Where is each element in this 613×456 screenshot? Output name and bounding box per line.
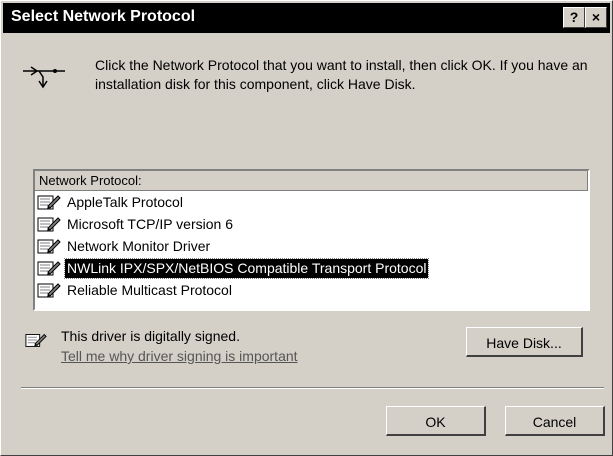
- list-column-header[interactable]: Network Protocol:: [35, 171, 588, 191]
- select-network-protocol-dialog: Select Network Protocol ? × Click the Ne…: [0, 0, 613, 456]
- separator: [21, 387, 604, 389]
- list-item-tcpip-v6[interactable]: Microsoft TCP/IP version 6: [35, 213, 588, 235]
- help-button[interactable]: ?: [563, 7, 585, 28]
- protocol-icon: [37, 195, 61, 210]
- protocol-icon: [37, 261, 61, 276]
- list-item-label: Reliable Multicast Protocol: [67, 282, 232, 298]
- window-title: Select Network Protocol: [11, 8, 196, 25]
- protocol-icon: [37, 217, 61, 232]
- have-disk-button[interactable]: Have Disk...: [466, 327, 583, 357]
- ok-button[interactable]: OK: [386, 406, 486, 436]
- list-item-reliable-multicast[interactable]: Reliable Multicast Protocol: [35, 279, 588, 301]
- list-item-nwlink[interactable]: NWLink IPX/SPX/NetBIOS Compatible Transp…: [35, 257, 588, 279]
- list-item-appletalk[interactable]: AppleTalk Protocol: [35, 191, 588, 213]
- protocol-listbox[interactable]: Network Protocol: AppleTalk Protocol Mic…: [33, 169, 590, 311]
- signed-status-text: This driver is digitally signed.: [61, 328, 240, 344]
- cancel-button[interactable]: Cancel: [505, 406, 605, 436]
- network-plug-icon: [23, 66, 65, 89]
- protocol-icon: [37, 283, 61, 298]
- instructions-text: Click the Network Protocol that you want…: [95, 57, 588, 92]
- list-item-label: AppleTalk Protocol: [67, 194, 183, 210]
- list-item-label: NWLink IPX/SPX/NetBIOS Compatible Transp…: [63, 258, 430, 279]
- driver-signing-link[interactable]: Tell me why driver signing is important: [61, 348, 298, 364]
- list-item-label: Network Monitor Driver: [67, 238, 211, 254]
- list-item-network-monitor[interactable]: Network Monitor Driver: [35, 235, 588, 257]
- close-button[interactable]: ×: [585, 7, 607, 28]
- title-bar[interactable]: Select Network Protocol ? ×: [3, 3, 610, 33]
- list-item-label: Microsoft TCP/IP version 6: [67, 216, 233, 232]
- signed-driver-icon: [25, 334, 47, 347]
- protocol-icon: [37, 239, 61, 254]
